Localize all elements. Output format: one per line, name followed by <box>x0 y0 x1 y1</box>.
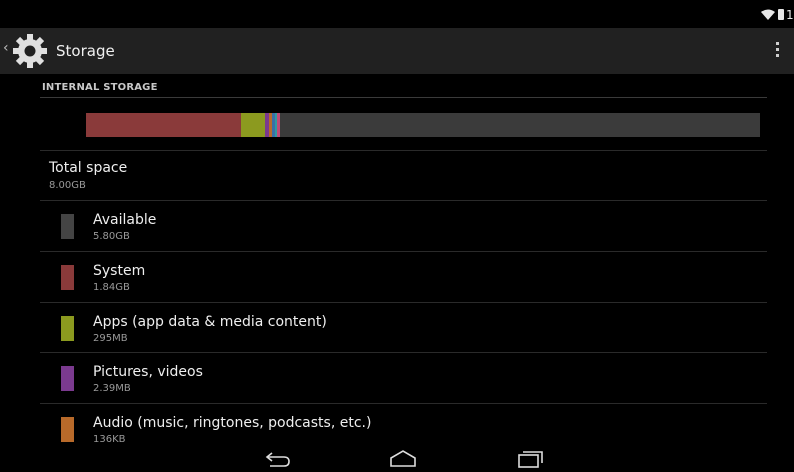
storage-item-apps[interactable]: Apps (app data & media content) 295MB <box>40 303 767 353</box>
item-value: 136KB <box>93 434 126 445</box>
item-label: System <box>93 263 146 279</box>
usage-segment <box>277 113 281 137</box>
recents-icon[interactable] <box>516 450 544 468</box>
color-swatch <box>61 316 74 341</box>
item-label: Pictures, videos <box>93 364 203 380</box>
overflow-menu-icon[interactable] <box>772 42 782 62</box>
storage-item-system[interactable]: System 1.84GB <box>40 252 767 302</box>
back-icon[interactable] <box>264 450 292 468</box>
home-icon[interactable] <box>389 450 417 468</box>
item-label: Apps (app data & media content) <box>93 314 327 330</box>
storage-item-available[interactable]: Available 5.80GB <box>40 201 767 251</box>
divider <box>40 150 767 151</box>
color-swatch <box>61 265 74 290</box>
total-space-label: Total space <box>49 160 128 176</box>
storage-item-pictures[interactable]: Pictures, videos 2.39MB <box>40 353 767 403</box>
section-divider <box>40 97 767 98</box>
usage-segment <box>86 113 242 137</box>
item-label: Available <box>93 212 157 228</box>
color-swatch <box>61 417 74 442</box>
up-caret-icon[interactable]: ‹ <box>3 40 9 56</box>
color-swatch <box>61 214 74 239</box>
item-value: 5.80GB <box>93 231 130 242</box>
item-value: 295MB <box>93 333 128 344</box>
storage-item-audio[interactable]: Audio (music, ringtones, podcasts, etc.)… <box>40 404 767 446</box>
gear-icon[interactable] <box>13 34 47 68</box>
status-bar: 11:1 <box>0 0 794 28</box>
section-header: INTERNAL STORAGE <box>42 82 158 93</box>
color-swatch <box>61 366 74 391</box>
total-space-value: 8.00GB <box>49 180 86 191</box>
item-value: 2.39MB <box>93 383 131 394</box>
item-value: 1.84GB <box>93 282 130 293</box>
navigation-bar <box>0 446 794 472</box>
item-label: Audio (music, ringtones, podcasts, etc.) <box>93 415 372 431</box>
action-bar: ‹ Storage <box>0 28 794 74</box>
wifi-icon <box>761 9 775 20</box>
usage-segment <box>241 113 266 137</box>
storage-usage-bar <box>86 113 760 137</box>
status-time: 11:1 <box>786 8 794 22</box>
page-title: Storage <box>56 42 115 60</box>
battery-icon <box>778 9 784 20</box>
